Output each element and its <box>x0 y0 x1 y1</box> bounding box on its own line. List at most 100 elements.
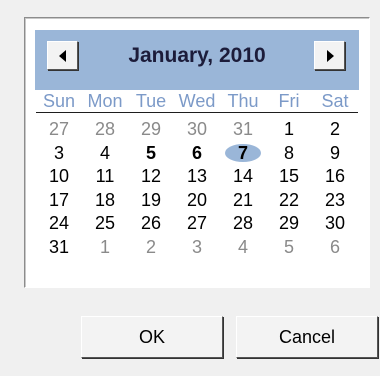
weekday-label: Tue <box>135 91 167 111</box>
day-cell[interactable]: 21 <box>220 189 266 213</box>
day-cell[interactable]: 30 <box>174 118 220 142</box>
day-cell[interactable]: 31 <box>36 236 82 260</box>
day-number: 14 <box>232 166 254 186</box>
day-number: 19 <box>140 189 162 210</box>
day-number: 13 <box>186 166 208 186</box>
day-cell[interactable]: 16 <box>312 165 358 189</box>
selected-day-cell[interactable]: 7 <box>220 142 266 166</box>
day-cell[interactable]: 29 <box>128 118 174 142</box>
day-cell[interactable]: 11 <box>82 165 128 189</box>
day-number: 6 <box>329 236 340 257</box>
day-number: 7 <box>237 142 248 163</box>
day-number: 31 <box>232 119 254 139</box>
day-cell[interactable]: 14 <box>220 165 266 189</box>
month-title[interactable]: January, 2010 <box>95 43 299 69</box>
day-cell[interactable]: 27 <box>36 118 82 142</box>
day-cell[interactable]: 29 <box>266 212 312 236</box>
day-cell[interactable]: 31 <box>220 118 266 142</box>
calendar-panel: January, 2010 Sun Mon Tue Wed Thu Fri Sat 27 28… <box>24 17 370 288</box>
day-number: 1 <box>283 119 294 139</box>
triangle-left-icon <box>58 49 66 62</box>
day-number: 24 <box>48 213 70 233</box>
day-cell[interactable]: 25 <box>82 212 128 236</box>
day-cell[interactable]: 2 <box>312 118 358 142</box>
day-cell[interactable]: 13 <box>174 165 220 189</box>
day-cell[interactable]: 19 <box>128 189 174 213</box>
day-number: 4 <box>237 236 248 257</box>
day-number: 9 <box>329 142 340 163</box>
day-number: 20 <box>186 189 208 210</box>
day-cell[interactable]: 17 <box>36 189 82 213</box>
day-number: 23 <box>324 189 346 210</box>
previous-month-button[interactable] <box>47 41 78 70</box>
day-number: 2 <box>145 236 156 257</box>
day-number: 11 <box>95 166 115 186</box>
day-cell[interactable]: 4 <box>82 142 128 166</box>
day-number: 12 <box>140 166 162 186</box>
day-cell[interactable]: 9 <box>312 142 358 166</box>
day-cell[interactable]: 22 <box>266 189 312 213</box>
weekday-label: Wed <box>178 91 216 111</box>
day-number: 21 <box>232 189 254 210</box>
day-number: 4 <box>99 142 110 163</box>
day-cell[interactable]: 28 <box>82 118 128 142</box>
day-number: 31 <box>48 236 70 257</box>
day-cell[interactable]: 18 <box>82 189 128 213</box>
day-number: 15 <box>278 166 300 186</box>
weekday-label: Fri <box>278 91 300 111</box>
calendar-header: January, 2010 <box>35 30 359 90</box>
day-cell[interactable]: 10 <box>36 165 82 189</box>
triangle-right-icon <box>326 49 334 62</box>
day-number: 5 <box>283 236 294 257</box>
day-number: 8 <box>283 142 294 163</box>
day-number: 18 <box>94 189 116 210</box>
day-cell[interactable]: 5 <box>128 142 174 166</box>
weekday-label: Mon <box>87 91 123 111</box>
day-number: 30 <box>324 213 346 233</box>
day-cell[interactable]: 6 <box>312 236 358 260</box>
day-number: 29 <box>278 213 300 233</box>
day-cell[interactable]: 15 <box>266 165 312 189</box>
day-cell[interactable]: 12 <box>128 165 174 189</box>
day-cell[interactable]: 24 <box>36 212 82 236</box>
day-grid: 27 28 29 30 31 1 2 3 4 5 6 7 8 9 10 11 12 13 14 15 16 17 18 19 2… <box>36 118 358 259</box>
weekday-label: Sun <box>42 91 76 111</box>
next-month-button[interactable] <box>314 41 345 70</box>
weekday-label: Thu <box>227 91 259 111</box>
day-number: 29 <box>140 119 162 139</box>
day-number: 30 <box>186 119 208 139</box>
day-cell[interactable]: 30 <box>312 212 358 236</box>
day-cell[interactable]: 5 <box>266 236 312 260</box>
day-number: 3 <box>53 142 64 163</box>
day-number: 16 <box>324 166 346 186</box>
weekday-header-row: Sun Mon Tue Wed Thu Fri Sat <box>36 90 358 113</box>
day-number: 28 <box>232 213 254 233</box>
day-number: 6 <box>191 142 202 163</box>
day-cell[interactable]: 3 <box>174 236 220 260</box>
day-number: 27 <box>48 119 70 139</box>
day-cell[interactable]: 4 <box>220 236 266 260</box>
day-number: 17 <box>48 189 70 210</box>
day-cell[interactable]: 20 <box>174 189 220 213</box>
day-number: 25 <box>94 213 116 233</box>
day-cell[interactable]: 8 <box>266 142 312 166</box>
day-number: 26 <box>140 213 162 233</box>
day-cell[interactable]: 23 <box>312 189 358 213</box>
day-cell[interactable]: 28 <box>220 212 266 236</box>
day-number: 27 <box>186 213 208 233</box>
cancel-button[interactable]: Cancel <box>236 316 378 358</box>
day-number: 22 <box>278 189 300 210</box>
day-cell[interactable]: 6 <box>174 142 220 166</box>
ok-button[interactable]: OK <box>81 316 223 358</box>
day-number: 1 <box>99 236 110 257</box>
weekday-label: Sat <box>321 91 349 111</box>
day-cell[interactable]: 27 <box>174 212 220 236</box>
day-cell[interactable]: 1 <box>266 118 312 142</box>
day-cell[interactable]: 26 <box>128 212 174 236</box>
day-number: 10 <box>48 166 70 186</box>
day-number: 5 <box>145 142 156 163</box>
day-cell[interactable]: 3 <box>36 142 82 166</box>
day-cell[interactable]: 2 <box>128 236 174 260</box>
day-number: 3 <box>191 236 202 257</box>
day-cell[interactable]: 1 <box>82 236 128 260</box>
